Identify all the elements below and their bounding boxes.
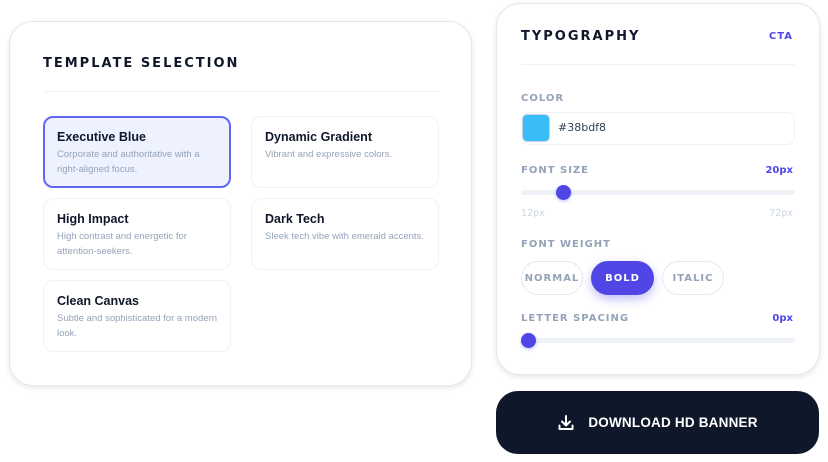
letter-spacing-label: LETTER SPACING <box>521 313 630 324</box>
template-option-clean-canvas[interactable]: Clean Canvas Subtle and sophisticated fo… <box>43 280 231 352</box>
font-size-max: 72px <box>769 208 793 219</box>
template-name: Executive Blue <box>57 130 146 144</box>
template-option-dark-tech[interactable]: Dark Tech Sleek tech vibe with emerald a… <box>251 198 439 270</box>
template-description: Vibrant and expressive colors. <box>265 149 393 160</box>
font-size-value: 20px <box>765 165 793 176</box>
typography-title: TYPOGRAPHY <box>521 29 641 44</box>
template-option-high-impact[interactable]: High Impact High contrast and energetic … <box>43 198 231 270</box>
template-description: Corporate and authoritative with a right… <box>57 149 200 175</box>
template-description: Subtle and sophisticated for a modern lo… <box>57 313 218 339</box>
font-size-slider[interactable] <box>521 185 795 200</box>
font-weight-label: FONT WEIGHT <box>521 239 611 250</box>
download-hd-banner-button[interactable]: DOWNLOAD HD BANNER <box>496 391 819 454</box>
color-field[interactable]: #38bdf8 <box>521 112 795 145</box>
template-option-dynamic-gradient[interactable]: Dynamic Gradient Vibrant and expressive … <box>251 116 439 188</box>
template-name: High Impact <box>57 212 129 226</box>
template-divider <box>43 91 440 92</box>
template-name: Dark Tech <box>265 212 325 226</box>
download-icon <box>557 414 575 432</box>
template-name: Clean Canvas <box>57 294 139 308</box>
download-label: DOWNLOAD HD BANNER <box>588 415 758 430</box>
font-weight-italic-button[interactable]: ITALIC <box>662 261 724 295</box>
font-size-label: FONT SIZE <box>521 165 590 176</box>
template-description: Sleek tech vibe with emerald accents. <box>265 231 424 242</box>
typography-panel: TYPOGRAPHY CTA COLOR #38bdf8 FONT SIZE 2… <box>496 3 820 375</box>
template-name: Dynamic Gradient <box>265 130 372 144</box>
font-size-slider-thumb[interactable] <box>555 185 571 200</box>
font-size-min: 12px <box>521 208 545 219</box>
target-element-tag: CTA <box>768 31 793 42</box>
letter-spacing-slider-thumb[interactable] <box>521 333 536 348</box>
color-hex-value[interactable]: #38bdf8 <box>558 121 606 134</box>
template-description: High contrast and energetic for attentio… <box>57 231 187 257</box>
color-swatch[interactable] <box>522 114 550 142</box>
letter-spacing-slider[interactable] <box>521 333 795 348</box>
font-weight-bold-button[interactable]: BOLD <box>591 261 654 295</box>
font-weight-normal-button[interactable]: NORMAL <box>521 261 583 295</box>
typography-divider <box>521 64 795 65</box>
template-selection-title: TEMPLATE SELECTION <box>43 56 240 71</box>
color-label: COLOR <box>521 93 565 104</box>
template-option-executive-blue[interactable]: Executive Blue Corporate and authoritati… <box>43 116 231 188</box>
letter-spacing-value: 0px <box>772 313 793 324</box>
template-selection-panel: TEMPLATE SELECTION Executive Blue Corpor… <box>9 21 472 386</box>
